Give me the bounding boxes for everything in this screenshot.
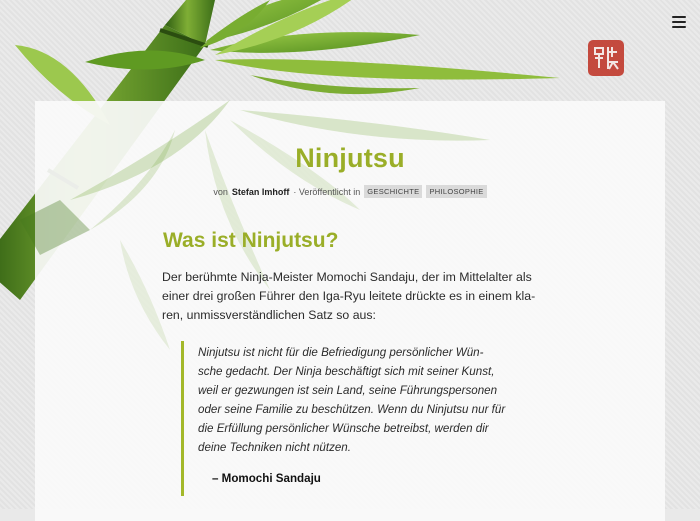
quote-line: Ninjutsu ist nicht für die Befriedigung … bbox=[198, 346, 484, 359]
author-link[interactable]: Stefan Imhoff bbox=[232, 187, 290, 197]
post-title: Ninjutsu bbox=[295, 143, 405, 173]
blockquote: Ninjutsu ist nicht für die Befriedigung … bbox=[181, 341, 526, 496]
tag-philosophie[interactable]: PHILOSOPHIE bbox=[426, 185, 487, 198]
quote-line: sche gedacht. Der Ninja beschäftigt sich… bbox=[198, 365, 495, 378]
red-hanko-seal-icon[interactable] bbox=[586, 38, 626, 78]
tag-geschichte[interactable]: GESCHICHTE bbox=[364, 185, 423, 198]
quote-text: Ninjutsu ist nicht für die Befriedigung … bbox=[198, 341, 526, 457]
section-heading: Was ist Ninjutsu? bbox=[163, 229, 339, 252]
post-meta: von Stefan Imhoff · Veröffentlicht in GE… bbox=[0, 185, 700, 198]
quote-line: die Erfüllung persönlicher Wünsche betre… bbox=[198, 422, 489, 435]
quote-author: – Momochi Sandaju bbox=[212, 472, 321, 485]
meta-published-prefix: · Veröffentlicht in bbox=[293, 186, 361, 197]
quote-line: oder seine Familie zu beschützen. Wenn d… bbox=[198, 403, 506, 416]
intro-line: einer drei großen Führer den Iga-Ryu lei… bbox=[162, 289, 536, 303]
quote-line: weil er gezwungen ist sein Land, seine F… bbox=[198, 384, 498, 397]
intro-paragraph: Der berühmte Ninja-Meister Momochi Sanda… bbox=[162, 268, 542, 325]
intro-line: ren, unmissverständlichen Satz so aus: bbox=[162, 308, 376, 322]
meta-by-prefix: von bbox=[213, 186, 228, 197]
intro-line: Der berühmte Ninja-Meister Momochi Sanda… bbox=[162, 270, 532, 284]
quote-line: deine Techniken nicht nützen. bbox=[198, 441, 351, 454]
hamburger-menu-icon[interactable] bbox=[672, 16, 686, 28]
